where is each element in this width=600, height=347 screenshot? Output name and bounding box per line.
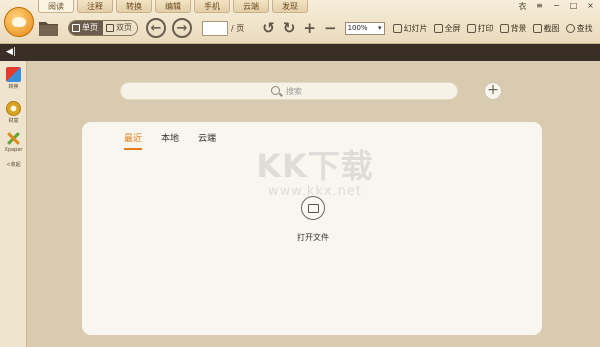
next-page-button[interactable]: →: [172, 18, 192, 38]
page-number-input[interactable]: [202, 20, 228, 36]
search-input[interactable]: 搜索: [120, 82, 458, 100]
double-page-button[interactable]: 双页: [103, 21, 137, 35]
open-file-label: 打开文件: [297, 233, 329, 242]
search-icon: [271, 86, 280, 95]
watermark-main: KK下载: [256, 147, 374, 185]
maximize-button[interactable]: □: [568, 1, 579, 12]
left-sidebar: 转换 财富 Xpaper <收起: [0, 61, 27, 347]
slideshow-button[interactable]: 幻灯片: [392, 23, 428, 34]
printer-icon: [466, 23, 476, 33]
panel-tabs: 最近 本地 云端: [124, 131, 216, 150]
pdf-reader-window: 阅读 注释 转换 编辑 手机 云端 发现 单页 双页 ← → / 页 ↺ ↻ +…: [0, 0, 600, 347]
scissors-icon: [532, 23, 542, 33]
open-folder-icon: [301, 196, 325, 220]
secondary-bar: ◀|: [0, 44, 600, 61]
top-toolbar: 阅读 注释 转换 编辑 手机 云端 发现 单页 双页 ← → / 页 ↺ ↻ +…: [0, 0, 600, 44]
find-button[interactable]: 查找: [565, 23, 593, 34]
tab-read[interactable]: 阅读: [38, 0, 74, 13]
tab-discover[interactable]: 发现: [272, 0, 308, 13]
xpaper-icon: [6, 131, 21, 146]
sidebar-item-convert[interactable]: 转换: [0, 67, 27, 90]
close-button[interactable]: ×: [585, 1, 596, 12]
recent-files-panel: 最近 本地 云端 KK下载 www.kkx.net 打开文件: [82, 122, 542, 335]
coin-icon: [6, 101, 21, 116]
tab-mobile[interactable]: 手机: [194, 0, 230, 13]
tab-recent[interactable]: 最近: [124, 131, 143, 150]
folder-icon: [39, 22, 58, 36]
window-controls: 衣 ≡ − □ ×: [517, 1, 596, 12]
page-unit-label: / 页: [231, 23, 245, 33]
collapse-panel-icon[interactable]: ◀|: [6, 47, 16, 58]
tab-cloud[interactable]: 云端: [233, 0, 269, 13]
fullscreen-icon: [433, 23, 443, 33]
slideshow-icon: [392, 23, 402, 33]
background-icon: [499, 23, 509, 33]
search-icon: [565, 23, 575, 33]
open-file-button[interactable]: 打开文件: [285, 196, 341, 243]
menu-button[interactable]: ≡: [534, 1, 545, 12]
single-page-button[interactable]: 单页: [69, 21, 103, 35]
sidebar-item-xpaper[interactable]: Xpaper: [0, 131, 27, 153]
rotate-right-icon[interactable]: ↻: [283, 20, 296, 36]
tab-edit[interactable]: 编辑: [155, 0, 191, 13]
fullscreen-button[interactable]: 全屏: [433, 23, 461, 34]
add-button[interactable]: +: [484, 82, 502, 100]
search-placeholder: 搜索: [286, 87, 302, 96]
screenshot-button[interactable]: 截图: [532, 23, 560, 34]
arrow-left-icon: ←: [150, 20, 162, 36]
convert-icon: [6, 67, 21, 82]
print-button[interactable]: 打印: [466, 23, 494, 34]
skin-button[interactable]: 衣: [517, 1, 528, 12]
zoom-in-icon[interactable]: +: [303, 20, 316, 36]
tab-convert[interactable]: 转换: [116, 0, 152, 13]
sidebar-collapse[interactable]: <收起: [0, 161, 27, 168]
open-folder-button[interactable]: [38, 19, 60, 37]
page-mode-toggle: 单页 双页: [68, 20, 138, 36]
background-button[interactable]: 背景: [499, 23, 527, 34]
tab-local[interactable]: 本地: [161, 131, 179, 150]
minimize-button[interactable]: −: [551, 1, 562, 12]
double-page-icon: [106, 24, 114, 32]
toolbar-tools: 单页 双页 ← → / 页 ↺ ↻ + − 100% 幻灯片 全屏 打印 背景 …: [38, 15, 599, 41]
zoom-out-icon[interactable]: −: [324, 20, 337, 36]
tab-annotate[interactable]: 注释: [77, 0, 113, 13]
prev-page-button[interactable]: ←: [146, 18, 166, 38]
watermark: KK下载 www.kkx.net: [240, 147, 390, 199]
rotate-left-icon[interactable]: ↺: [262, 20, 275, 36]
app-logo-icon[interactable]: [4, 7, 34, 37]
zoom-select[interactable]: 100%: [344, 21, 385, 35]
tab-cloud-files[interactable]: 云端: [198, 131, 216, 150]
single-page-icon: [72, 24, 80, 32]
menu-tabs: 阅读 注释 转换 编辑 手机 云端 发现: [38, 0, 311, 13]
arrow-right-icon: →: [176, 20, 188, 36]
sidebar-item-wealth[interactable]: 财富: [0, 101, 27, 124]
